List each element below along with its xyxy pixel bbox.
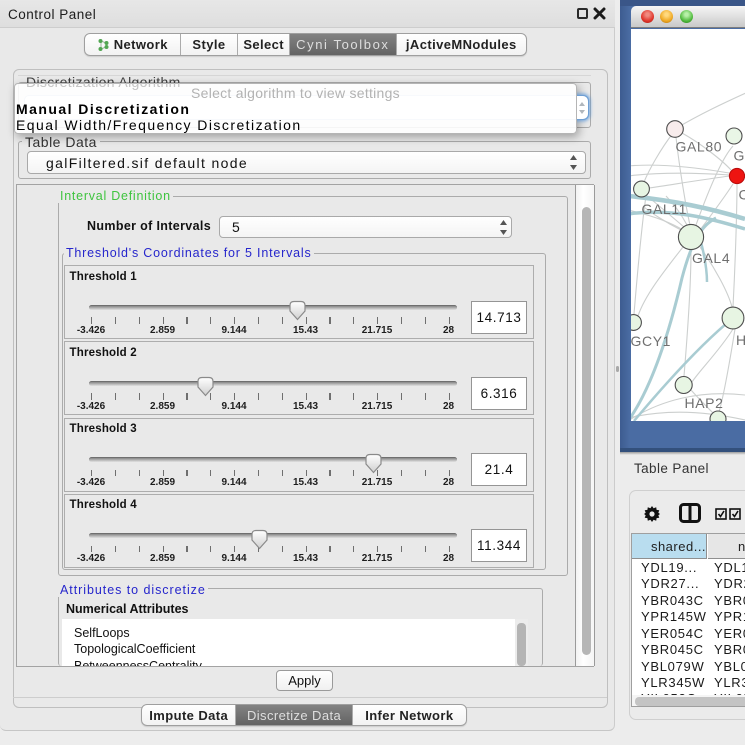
svg-text:C: C [739, 187, 745, 203]
svg-text:G.: G. [734, 148, 745, 164]
svg-text:GAL11: GAL11 [642, 201, 688, 217]
svg-text:GCY1: GCY1 [631, 333, 671, 349]
svg-text:HAP2: HAP2 [685, 395, 724, 411]
svg-text:GAL80: GAL80 [676, 139, 723, 155]
svg-text:H: H [736, 332, 745, 348]
svg-text:GAL4: GAL4 [692, 250, 730, 266]
